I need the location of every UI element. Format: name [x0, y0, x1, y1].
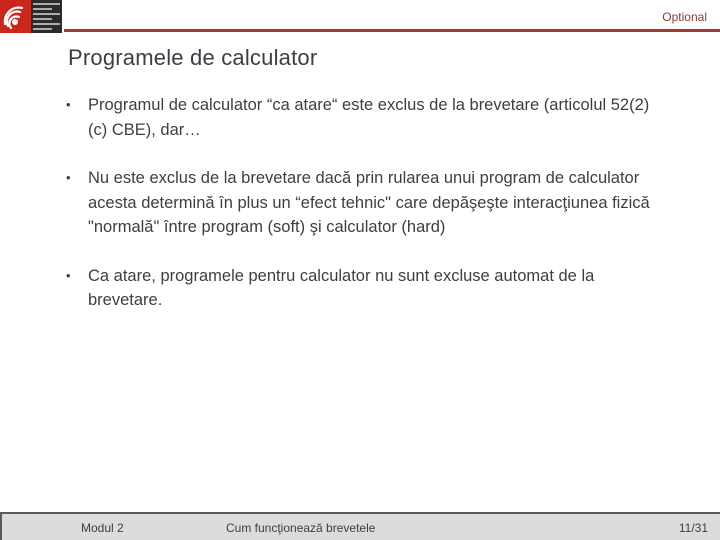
bullet-item: • Nu este exclus de la brevetare dacă pr… [62, 166, 652, 240]
bullet-text: Programul de calculator “ca atare“ este … [88, 96, 650, 139]
bullet-item: • Programul de calculator “ca atare“ est… [62, 93, 652, 142]
footer-title: Cum funcţionează brevetele [226, 521, 376, 535]
bullet-list: • Programul de calculator “ca atare“ est… [62, 93, 652, 337]
slide-footer: Modul 2 Cum funcţionează brevetele 11/31 [0, 512, 720, 540]
bullet-item: • Ca atare, programele pentru calculator… [62, 264, 652, 313]
header-accent-rule [64, 29, 720, 32]
slide-title: Programele de calculator [68, 45, 318, 70]
epo-logo-wordmark [31, 0, 62, 33]
bullet-text: Ca atare, programele pentru calculator n… [88, 266, 595, 310]
bullet-text: Nu este exclus de la brevetare dacă prin… [88, 169, 650, 236]
epo-logo-mark-icon [0, 0, 31, 33]
bullet-icon: • [66, 267, 71, 283]
page-number: 11/31 [678, 521, 708, 535]
bullet-icon: • [66, 170, 71, 185]
epo-logo [0, 0, 62, 33]
bullet-icon: • [66, 97, 71, 112]
optional-label: Optional [662, 10, 707, 24]
footer-module: Modul 2 [81, 521, 124, 535]
